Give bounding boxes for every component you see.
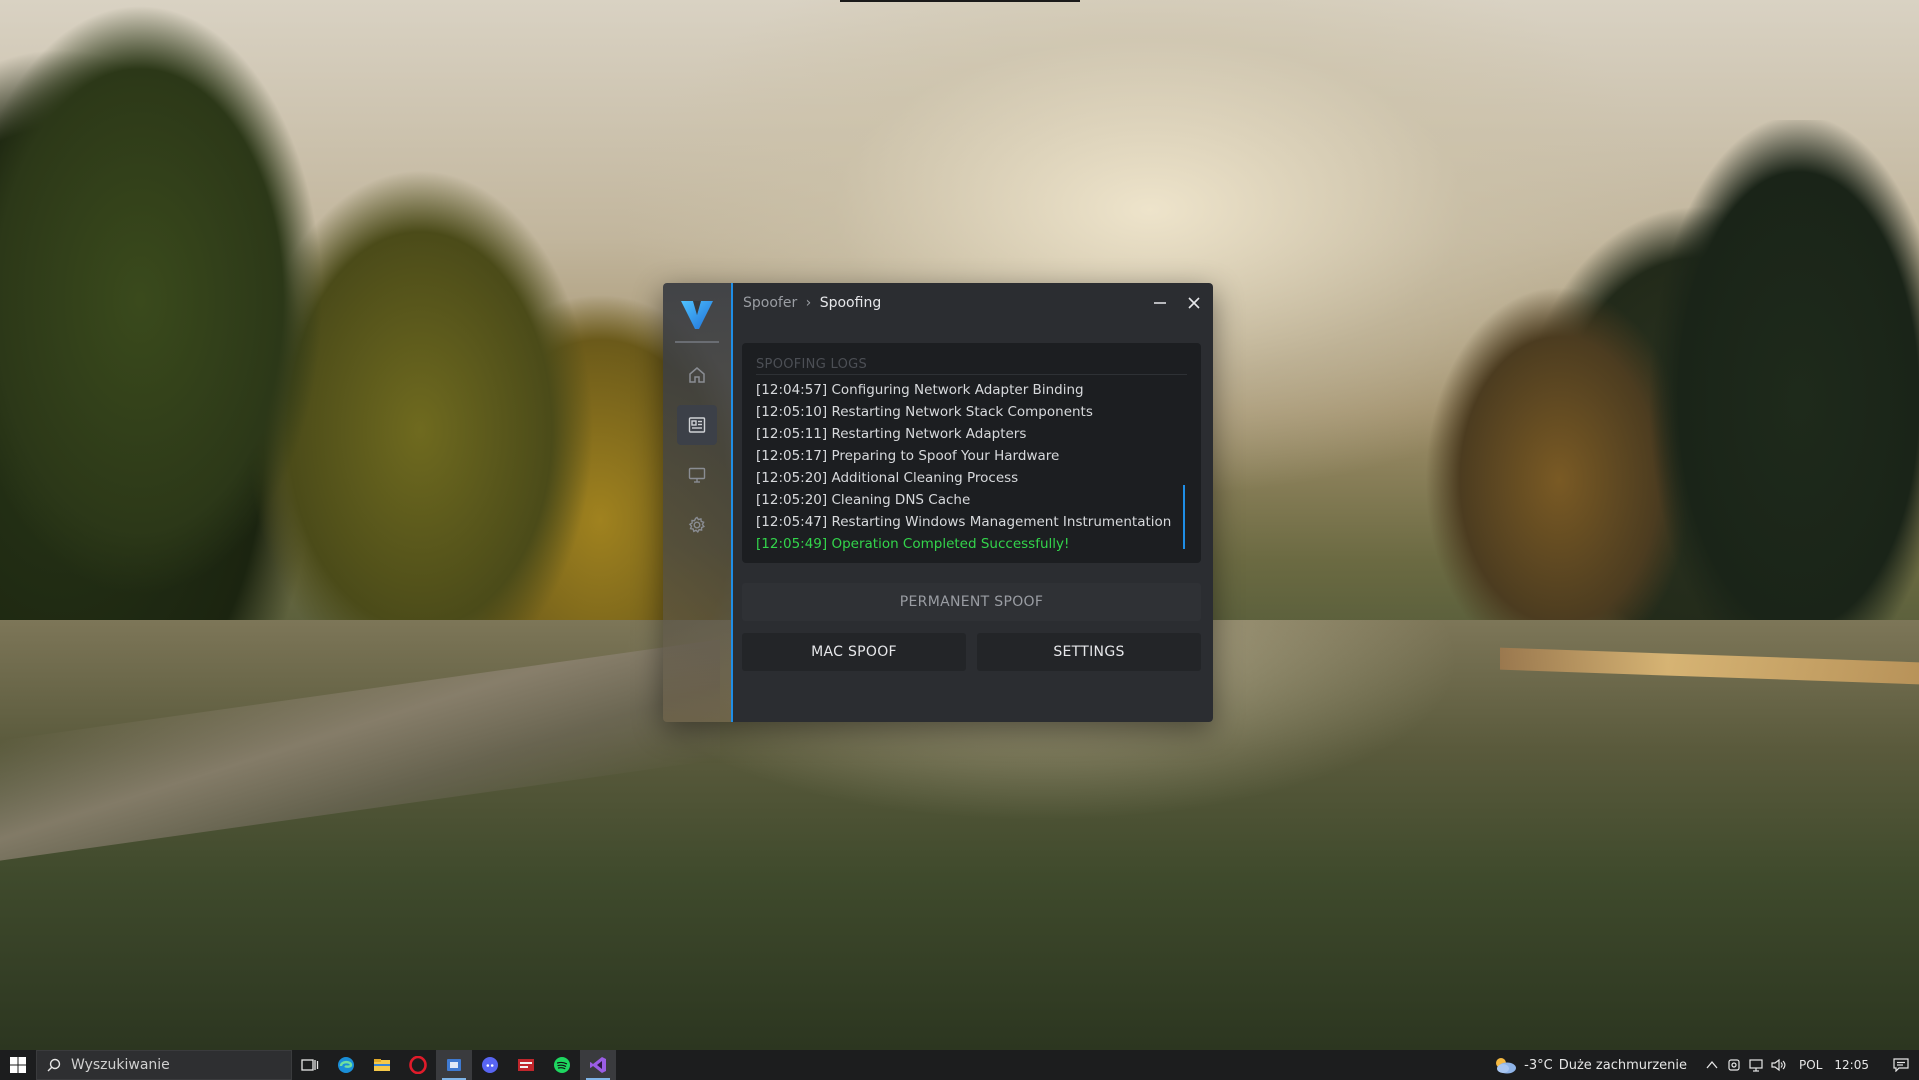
- desktop-background: Spoofer › Spoofing SPOOFING LOGS [12:04:…: [0, 0, 1919, 1080]
- app-logo: [679, 297, 715, 331]
- show-hidden-icons-button[interactable]: [1701, 1050, 1723, 1080]
- task-view-button[interactable]: [292, 1050, 328, 1080]
- system-tray: -3°C Duże zachmurzenie POL 12:05: [1492, 1050, 1919, 1080]
- minimize-icon: [1154, 302, 1166, 304]
- clock[interactable]: 12:05: [1834, 1058, 1869, 1072]
- opera-button[interactable]: [400, 1050, 436, 1080]
- close-button[interactable]: [1185, 294, 1203, 312]
- log-line: [12:05:47] Restarting Windows Management…: [756, 514, 1172, 530]
- file-explorer-button[interactable]: [364, 1050, 400, 1080]
- spotify-icon: [554, 1057, 570, 1073]
- weather-description: Duże zachmurzenie: [1558, 1057, 1688, 1073]
- visual-studio-icon: [590, 1057, 606, 1073]
- title-bar[interactable]: Spoofer › Spoofing: [733, 283, 1213, 323]
- window-controls: [1151, 294, 1203, 312]
- cloudy-weather-icon: [1496, 1058, 1517, 1074]
- spoofer-app-icon: [447, 1059, 461, 1071]
- task-view-icon: [301, 1059, 319, 1071]
- breadcrumb-current: Spoofing: [819, 295, 882, 311]
- permanent-spoof-button[interactable]: PERMANENT SPOOF: [742, 583, 1201, 621]
- windows-icon: [10, 1057, 26, 1073]
- log-line: [12:05:11] Restarting Network Adapters: [756, 426, 1027, 442]
- nav-spoofing-button[interactable]: [677, 405, 717, 445]
- log-line-success: [12:05:49] Operation Completed Successfu…: [756, 536, 1070, 552]
- spoofer-app-button[interactable]: [436, 1050, 472, 1080]
- file-explorer-icon: [374, 1059, 390, 1071]
- log-line: [12:04:57] Configuring Network Adapter B…: [756, 382, 1084, 398]
- logs-title: SPOOFING LOGS: [756, 357, 1187, 375]
- monitor-icon: [688, 467, 706, 483]
- discord-button[interactable]: [472, 1050, 508, 1080]
- taskbar-search[interactable]: Wyszukiwanie: [36, 1050, 292, 1080]
- notification-center-button[interactable]: [1883, 1050, 1919, 1080]
- gear-icon: [688, 516, 705, 534]
- volume-button[interactable]: [1767, 1050, 1789, 1080]
- home-icon: [689, 367, 705, 383]
- visual-studio-button[interactable]: [580, 1050, 616, 1080]
- tray-app-button[interactable]: [1723, 1050, 1745, 1080]
- spotify-button[interactable]: [544, 1050, 580, 1080]
- edge-icon: [338, 1057, 354, 1073]
- spoofer-window: Spoofer › Spoofing SPOOFING LOGS [12:04:…: [663, 283, 1213, 722]
- log-line: [12:05:10] Restarting Network Stack Comp…: [756, 404, 1093, 420]
- nav-settings-button[interactable]: [677, 505, 717, 545]
- weather-temperature: -3°C: [1524, 1057, 1553, 1073]
- network-button[interactable]: [1745, 1050, 1767, 1080]
- discord-icon: [482, 1057, 498, 1073]
- chevron-up-icon: [1706, 1060, 1718, 1069]
- logs-scrollbar[interactable]: [1183, 485, 1185, 549]
- log-line: [12:05:20] Additional Cleaning Process: [756, 470, 1019, 486]
- weather-widget[interactable]: -3°C Duże zachmurzenie: [1492, 1056, 1687, 1074]
- notification-icon: [1893, 1058, 1909, 1072]
- main-panel: Spoofer › Spoofing SPOOFING LOGS [12:04:…: [733, 283, 1213, 722]
- start-button[interactable]: [0, 1050, 36, 1080]
- mac-spoof-button[interactable]: MAC SPOOF: [742, 633, 966, 671]
- breadcrumb-separator: ›: [805, 295, 812, 311]
- search-placeholder: Wyszukiwanie: [71, 1057, 170, 1073]
- breadcrumb-parent[interactable]: Spoofer: [743, 295, 797, 311]
- volume-icon: [1771, 1058, 1786, 1072]
- news-icon: [688, 417, 706, 433]
- settings-button[interactable]: SETTINGS: [977, 633, 1201, 671]
- network-icon: [1749, 1059, 1763, 1072]
- top-edge-mark: [840, 0, 1080, 2]
- spoofing-logs-panel: SPOOFING LOGS [12:04:57] Configuring Net…: [742, 343, 1201, 563]
- tray-app-icon: [1728, 1059, 1740, 1071]
- language-indicator[interactable]: POL: [1799, 1058, 1822, 1072]
- log-line: [12:05:17] Preparing to Spoof Your Hardw…: [756, 448, 1060, 464]
- sidebar: [663, 283, 733, 722]
- breadcrumb: Spoofer › Spoofing: [743, 295, 881, 311]
- close-icon: [1188, 297, 1200, 309]
- media-app-button[interactable]: [508, 1050, 544, 1080]
- log-line: [12:05:20] Cleaning DNS Cache: [756, 492, 971, 508]
- nav-home-button[interactable]: [677, 355, 717, 395]
- edge-button[interactable]: [328, 1050, 364, 1080]
- minimize-button[interactable]: [1151, 294, 1169, 312]
- forest-right: [1279, 120, 1919, 680]
- nav-monitor-button[interactable]: [677, 455, 717, 495]
- logo-divider: [675, 341, 719, 343]
- search-icon: [47, 1058, 61, 1072]
- opera-icon: [409, 1056, 427, 1074]
- media-app-icon: [518, 1059, 534, 1071]
- taskbar: Wyszukiwanie -3°C Duże zachmurzenie POL …: [0, 1050, 1919, 1080]
